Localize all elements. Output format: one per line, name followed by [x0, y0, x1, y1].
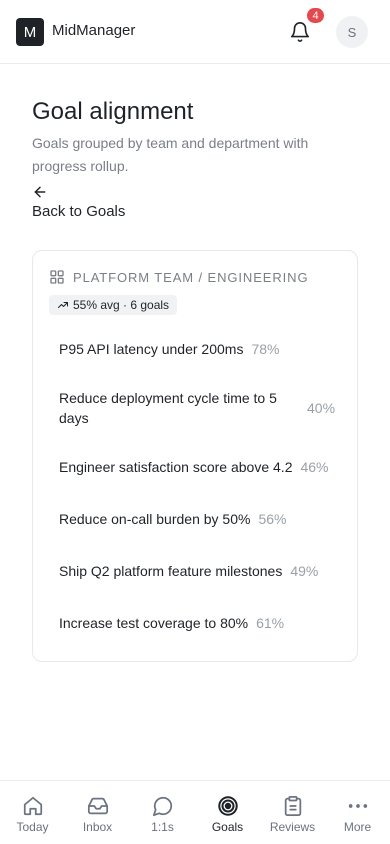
nav-label: 1:1s: [151, 820, 174, 834]
rollup-text: 55% avg · 6 goals: [73, 298, 170, 312]
grid-icon: [50, 270, 64, 284]
goal-name: Engineer satisfaction score above 4.2: [59, 459, 293, 475]
goal-row[interactable]: Increase test coverage to 80% 61%: [59, 613, 337, 633]
back-link-label: Back to Goals: [32, 203, 126, 220]
page-title: Goal alignment: [32, 98, 194, 125]
nav-label: More: [343, 820, 372, 834]
notification-count-badge: 4: [307, 8, 324, 23]
goal-row[interactable]: Reduce deployment cycle time to 5 days 4…: [59, 388, 337, 428]
goal-name: Ship Q2 platform feature milestones: [59, 563, 283, 579]
nav-label: Goals: [211, 820, 244, 834]
goal-name: Increase test coverage to 80%: [59, 615, 249, 631]
nav-label: Reviews: [269, 820, 316, 834]
goal-row[interactable]: P95 API latency under 200ms 78%: [59, 339, 337, 359]
nav-item-more[interactable]: More: [325, 781, 390, 844]
target-icon: [217, 796, 238, 816]
nav-item-reviews[interactable]: Reviews: [260, 781, 325, 844]
goal-name: P95 API latency under 200ms: [59, 341, 244, 357]
group-header: Platform Team / Engineering: [49, 269, 308, 285]
app-root: M MidManager 4 S Goal alignment Goals gr…: [0, 0, 390, 844]
goal-row[interactable]: Reduce on-call burden by 50% 56%: [59, 509, 337, 529]
goal-progress: 56%: [258, 511, 287, 527]
bottom-navigation: Today Inbox 1:1s Goals Reviews More: [0, 780, 390, 844]
goal-progress: 61%: [256, 615, 285, 631]
goal-progress: 46%: [300, 459, 329, 475]
goal-row[interactable]: Engineer satisfaction score above 4.2 46…: [59, 457, 337, 477]
user-avatar[interactable]: S: [336, 16, 368, 48]
goal-row[interactable]: Ship Q2 platform feature milestones 49%: [59, 561, 337, 581]
notifications-button[interactable]: [286, 18, 314, 46]
nav-item-one-on-ones[interactable]: 1:1s: [130, 781, 195, 844]
goal-progress: 40%: [307, 400, 336, 416]
nav-item-today[interactable]: Today: [0, 781, 65, 844]
bell-icon: [290, 22, 310, 42]
back-to-goals-link[interactable]: Back to Goals: [32, 184, 125, 220]
arrow-left-icon: [32, 184, 125, 202]
app-name: MidManager: [52, 22, 136, 39]
goal-name: Reduce deployment cycle time to 5 days: [59, 390, 277, 426]
top-bar: M MidManager 4 S: [0, 0, 390, 64]
app-logo[interactable]: M: [16, 18, 44, 46]
clipboard-icon: [284, 795, 301, 817]
group-title: Platform Team / Engineering: [73, 269, 309, 285]
chat-icon: [152, 796, 172, 817]
goal-progress: 78%: [251, 341, 280, 357]
nav-item-goals[interactable]: Goals: [195, 781, 260, 844]
trend-up-icon: [58, 302, 68, 308]
page-subtitle: Goals grouped by team and department wit…: [32, 135, 309, 174]
nav-label: Today: [16, 820, 49, 834]
nav-item-inbox[interactable]: Inbox: [65, 781, 130, 844]
home-icon: [23, 796, 42, 816]
progress-rollup-badge: 55% avg · 6 goals: [49, 295, 178, 315]
goal-name: Reduce on-call burden by 50%: [59, 511, 251, 527]
inbox-icon: [87, 797, 108, 815]
nav-label: Inbox: [82, 820, 113, 834]
more-icon: [348, 804, 367, 808]
team-goal-group-card: Platform Team / Engineering 55% avg · 6 …: [32, 250, 358, 662]
goal-progress: 49%: [290, 563, 319, 579]
